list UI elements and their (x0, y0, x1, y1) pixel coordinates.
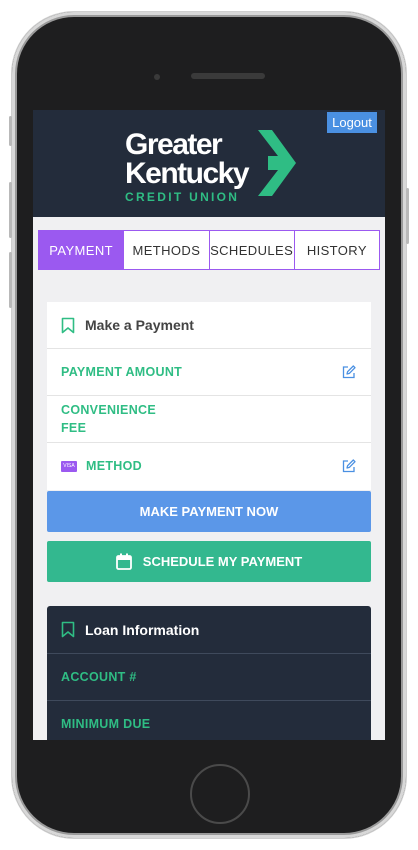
bookmark-icon (61, 621, 75, 638)
tab-methods[interactable]: METHODS (124, 231, 210, 269)
silent-switch (9, 116, 12, 146)
chevron-logo-icon (258, 130, 296, 196)
logo-subtitle: CREDIT UNION (125, 190, 240, 204)
app-screen: Logout Greater Kentucky CREDIT UNION PAY… (33, 110, 385, 740)
minimum-due-label: MINIMUM DUE (61, 717, 151, 731)
payment-amount-row[interactable]: PAYMENT AMOUNT (47, 348, 371, 395)
front-camera (154, 74, 160, 80)
loan-information-title: Loan Information (85, 621, 200, 638)
make-payment-button[interactable]: MAKE PAYMENT NOW (47, 491, 371, 532)
make-payment-title: Make a Payment (85, 317, 194, 333)
app-header: Logout Greater Kentucky CREDIT UNION (33, 110, 385, 217)
minimum-due-row: MINIMUM DUE (47, 700, 371, 740)
make-payment-header: Make a Payment (47, 302, 371, 348)
visa-card-icon: VISA (61, 460, 77, 472)
logo-line-2: Kentucky (125, 157, 250, 190)
loan-information-card: Loan Information ACCOUNT # MINIMUM DUE (47, 606, 371, 740)
volume-up-button (9, 182, 12, 238)
convenience-fee-row: CONVENIENCE FEE (47, 395, 371, 442)
tab-payment[interactable]: PAYMENT (39, 231, 125, 269)
earpiece-speaker (191, 73, 265, 79)
account-number-row: ACCOUNT # (47, 653, 371, 700)
tab-schedules[interactable]: SCHEDULES (210, 231, 295, 269)
loan-information-header: Loan Information (47, 606, 371, 653)
method-row[interactable]: VISA METHOD (47, 442, 371, 489)
convenience-fee-label-1: CONVENIENCE (61, 403, 156, 417)
volume-down-button (9, 252, 12, 308)
edit-icon[interactable] (341, 364, 357, 380)
home-button[interactable] (190, 764, 250, 824)
bookmark-icon (61, 317, 75, 333)
brand-logo: Greater Kentucky CREDIT UNION (125, 128, 250, 205)
edit-icon[interactable] (341, 458, 357, 474)
logout-button[interactable]: Logout (327, 112, 377, 133)
make-payment-card: Make a Payment PAYMENT AMOUNT CONVENIENC… (47, 302, 371, 490)
calendar-icon (115, 553, 132, 570)
tab-history[interactable]: HISTORY (295, 231, 379, 269)
payment-amount-label: PAYMENT AMOUNT (61, 365, 183, 379)
convenience-fee-label-2: FEE (61, 421, 87, 435)
power-button (406, 188, 409, 244)
schedule-payment-button[interactable]: SCHEDULE MY PAYMENT (47, 541, 371, 582)
account-number-label: ACCOUNT # (61, 670, 137, 684)
method-label: METHOD (86, 459, 142, 473)
logo-line-1: Greater (125, 128, 223, 161)
tab-bar: PAYMENT METHODS SCHEDULES HISTORY (38, 230, 380, 270)
schedule-payment-label: SCHEDULE MY PAYMENT (142, 554, 303, 569)
